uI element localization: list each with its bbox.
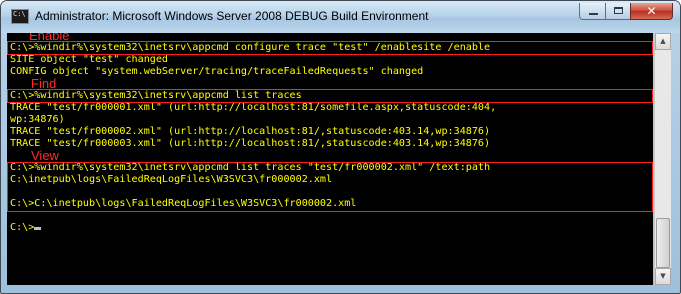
annotation-find: Find xyxy=(31,76,57,91)
console-line: TRACE "test/fr000003.xml" (url:http://lo… xyxy=(10,138,491,149)
console-line: SITE object "test" changed xyxy=(10,54,169,65)
window-title: Administrator: Microsoft Windows Server … xyxy=(35,9,429,23)
highlight-view-box xyxy=(7,162,653,212)
title-bar[interactable]: C:\ Administrator: Microsoft Windows Ser… xyxy=(1,1,680,33)
vertical-scrollbar[interactable]: ▲ ▼ xyxy=(654,33,671,285)
highlight-enable-box xyxy=(7,41,653,55)
console-prompt: C:\> xyxy=(10,222,35,233)
maximize-button[interactable] xyxy=(605,3,631,20)
console-icon[interactable]: C:\ xyxy=(11,9,29,24)
console-line: wp:34876) xyxy=(10,114,65,125)
down-arrow-icon: ▼ xyxy=(660,272,666,280)
console-window: C:\ Administrator: Microsoft Windows Ser… xyxy=(0,0,681,294)
minimize-icon xyxy=(589,13,598,15)
console-line: CONFIG object "system.webServer/tracing/… xyxy=(10,66,424,77)
console-line: TRACE "test/fr000001.xml" (url:http://lo… xyxy=(10,102,497,113)
scrollbar-thumb[interactable] xyxy=(656,218,670,268)
annotation-enable: Enable xyxy=(29,33,70,43)
scroll-up-button[interactable]: ▲ xyxy=(655,33,671,50)
console-line: TRACE "test/fr000002.xml" (url:http://lo… xyxy=(10,126,491,137)
scroll-down-button[interactable]: ▼ xyxy=(655,268,671,285)
console-output[interactable]: C:\>%windir%\system32\inetsrv\appcmd con… xyxy=(7,33,653,285)
maximize-icon xyxy=(614,7,623,14)
annotation-view: View xyxy=(31,148,59,163)
minimize-button[interactable] xyxy=(579,3,606,20)
close-icon: ✕ xyxy=(646,4,657,18)
console-icon-glyph: C:\ xyxy=(13,10,26,18)
up-arrow-icon: ▲ xyxy=(660,37,666,45)
close-button[interactable]: ✕ xyxy=(630,3,673,20)
highlight-find-box xyxy=(7,89,653,103)
console-prompt-line: C:\> xyxy=(10,222,42,234)
text-cursor xyxy=(34,227,42,230)
scrollbar-track[interactable] xyxy=(655,50,671,268)
